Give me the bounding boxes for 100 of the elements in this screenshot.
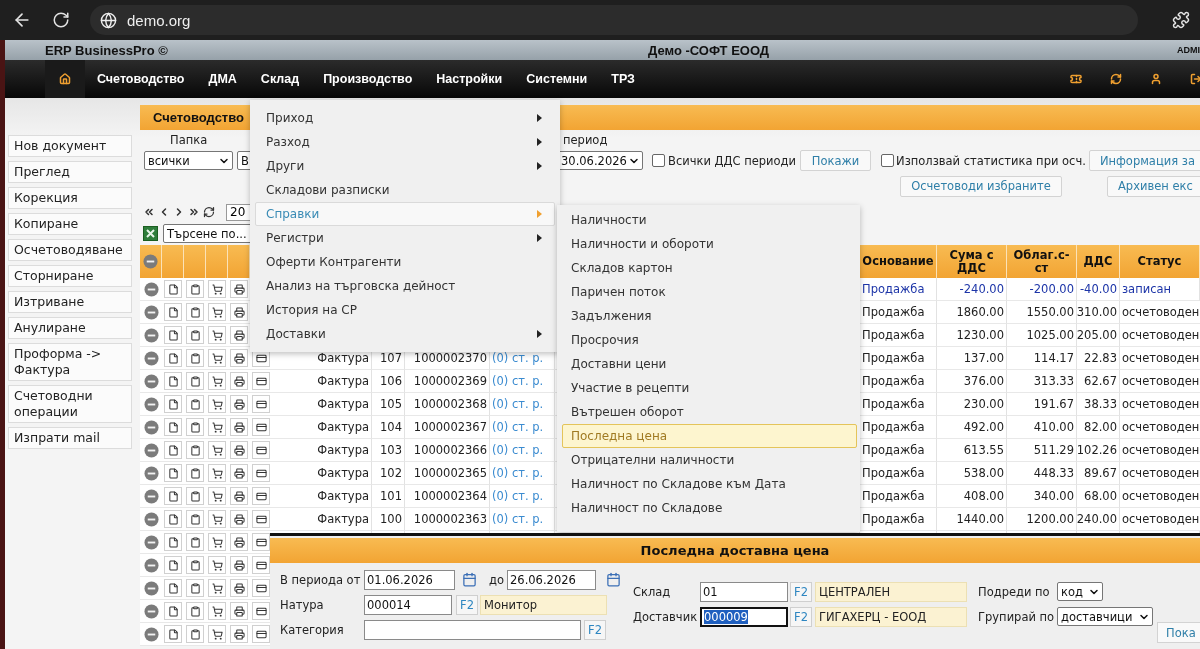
document-icon[interactable] (164, 487, 182, 505)
cart-icon[interactable] (208, 395, 226, 413)
column-header[interactable]: Основание (862, 255, 934, 268)
document-icon[interactable] (164, 464, 182, 482)
document-icon[interactable] (164, 579, 182, 597)
nav-item[interactable]: Производство (323, 72, 413, 86)
printer-icon[interactable] (230, 556, 248, 574)
cart-icon[interactable] (208, 533, 226, 551)
cart-icon[interactable] (208, 579, 226, 597)
checkbox[interactable] (652, 154, 665, 167)
menu-item[interactable]: Приход (255, 106, 555, 130)
folder-dropdown[interactable]: всички (144, 151, 233, 170)
sidebar-item[interactable]: Преглед (8, 161, 132, 183)
nav-item[interactable]: Склад (260, 72, 300, 86)
clipboard-icon[interactable] (186, 418, 204, 436)
menu-item[interactable]: Складов картон (562, 256, 857, 280)
clipboard-icon[interactable] (186, 510, 204, 528)
link[interactable]: (0) ст. р. (492, 351, 544, 365)
card-icon[interactable] (252, 533, 270, 551)
clipboard-icon[interactable] (186, 372, 204, 390)
document-icon[interactable] (164, 349, 182, 367)
minus-circle-icon[interactable] (143, 419, 159, 435)
printer-icon[interactable] (230, 579, 248, 597)
minus-circle-icon[interactable] (143, 304, 159, 320)
column-header[interactable]: Статус (1137, 255, 1182, 268)
menu-item[interactable]: Разход (255, 130, 555, 154)
menu-item[interactable]: Доставни цени (562, 352, 857, 376)
sidebar-item[interactable]: Осчетоводяване (8, 239, 132, 261)
refresh-icon[interactable] (1110, 73, 1122, 85)
address-bar[interactable]: demo.org (90, 5, 1138, 35)
cart-icon[interactable] (208, 602, 226, 620)
cart-icon[interactable] (208, 349, 226, 367)
sidebar-item[interactable]: Сторниране (8, 265, 132, 287)
link[interactable]: (0) ст. р. (492, 512, 544, 526)
menu-item[interactable]: Участие в рецепти (562, 376, 857, 400)
lookup-button[interactable]: F2 (790, 606, 812, 627)
menu-item[interactable]: Паричен поток (562, 280, 857, 304)
clipboard-icon[interactable] (186, 280, 204, 298)
menu-item[interactable]: Наличност по Складове (562, 496, 857, 520)
reload-icon[interactable] (52, 11, 70, 29)
sidebar-item[interactable]: Нов документ (8, 135, 132, 157)
menu-item[interactable]: Отрицателни наличности (562, 448, 857, 472)
show-button[interactable]: Пока (1157, 622, 1200, 643)
minus-circle-icon[interactable] (143, 350, 159, 366)
logout-icon[interactable] (1190, 73, 1200, 85)
date-field[interactable]: 26.06.2026 (507, 569, 596, 590)
card-icon[interactable] (252, 625, 270, 643)
menu-item[interactable]: Наличности и обороти (562, 232, 857, 256)
card-icon[interactable] (252, 418, 270, 436)
printer-icon[interactable] (230, 303, 248, 321)
cart-icon[interactable] (208, 303, 226, 321)
cart-icon[interactable] (208, 372, 226, 390)
printer-icon[interactable] (230, 533, 248, 551)
menu-item[interactable]: Просрочия (562, 328, 857, 352)
input-field[interactable]: 000009 (700, 606, 788, 627)
minus-circle-icon[interactable] (143, 327, 159, 343)
link[interactable]: (0) ст. р. (492, 466, 544, 480)
clipboard-icon[interactable] (186, 303, 204, 321)
card-icon[interactable] (252, 372, 270, 390)
card-icon[interactable] (252, 487, 270, 505)
input-field[interactable]: 000014 (364, 594, 452, 615)
nav-item[interactable]: Настройки (436, 72, 503, 86)
post-selected-button[interactable]: Осчетоводи избраните (900, 175, 1062, 197)
checkbox[interactable] (881, 154, 895, 167)
show-button[interactable]: Покажи (800, 150, 872, 171)
section-tab[interactable]: Счетоводство (153, 110, 244, 125)
card-icon[interactable] (252, 602, 270, 620)
clipboard-icon[interactable] (186, 625, 204, 643)
minus-circle-icon[interactable] (143, 488, 159, 504)
card-icon[interactable] (252, 510, 270, 528)
option-dropdown[interactable]: код (1057, 582, 1103, 601)
clipboard-icon[interactable] (186, 395, 204, 413)
menu-item[interactable]: История на СР (255, 298, 555, 322)
cart-icon[interactable] (208, 464, 226, 482)
lookup-button[interactable]: F2 (584, 619, 606, 640)
card-icon[interactable] (252, 395, 270, 413)
printer-icon[interactable] (230, 510, 248, 528)
cart-icon[interactable] (208, 418, 226, 436)
menu-item[interactable]: Складови разписки (255, 178, 555, 202)
clipboard-icon[interactable] (186, 441, 204, 459)
sidebar-item[interactable]: Изтриване (8, 291, 132, 313)
minus-circle-icon[interactable] (143, 511, 159, 527)
printer-icon[interactable] (230, 418, 248, 436)
nav-item[interactable]: Счетоводство (97, 72, 185, 86)
column-header[interactable]: Облаг.с-ст (1007, 248, 1076, 275)
minus-circle-icon[interactable] (143, 442, 159, 458)
clipboard-icon[interactable] (186, 579, 204, 597)
menu-item[interactable]: Вътрешен оборот (562, 400, 857, 424)
sidebar-item[interactable]: Изпрати mail (8, 427, 132, 449)
document-icon[interactable] (164, 533, 182, 551)
user-icon[interactable] (1150, 73, 1162, 85)
first-page-icon[interactable] (143, 206, 155, 218)
clipboard-icon[interactable] (186, 556, 204, 574)
option-dropdown[interactable]: доставчици (1057, 607, 1153, 626)
minus-circle-icon[interactable] (143, 580, 159, 596)
minus-circle-icon[interactable] (143, 626, 159, 642)
cart-icon[interactable] (208, 625, 226, 643)
menu-item[interactable]: Анализ на търговска дейност (255, 274, 555, 298)
last-page-icon[interactable] (188, 206, 200, 218)
menu-item[interactable]: Наличност по Складове към Дата (562, 472, 857, 496)
